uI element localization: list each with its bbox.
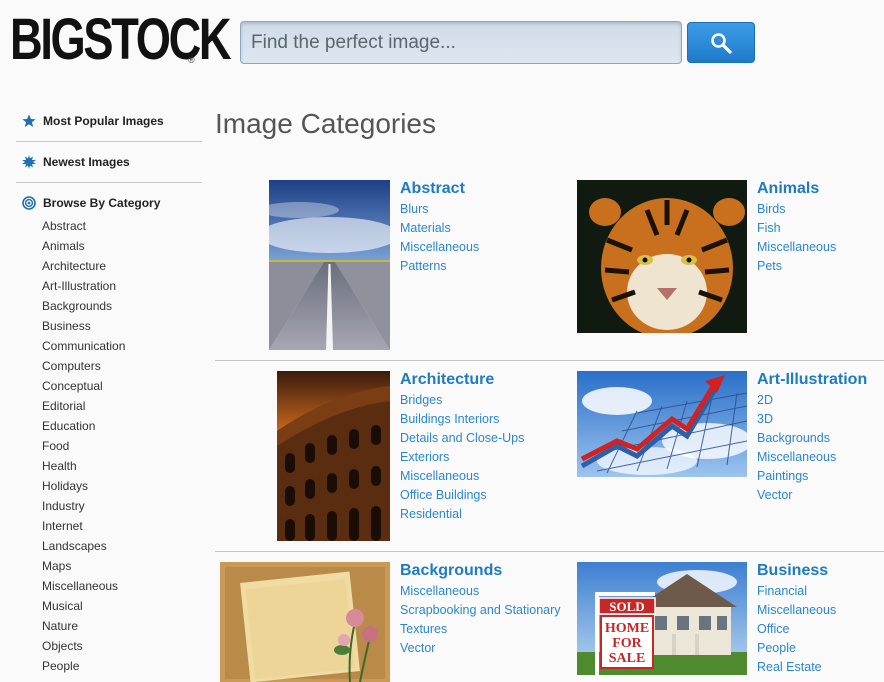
animals-links: Birds Fish Miscellaneous Pets: [757, 200, 836, 276]
sidebar-category-education[interactable]: Education: [42, 416, 202, 436]
business-thumbnail[interactable]: SOLD HOME FOR SALE: [577, 562, 747, 675]
category-link[interactable]: Materials: [400, 219, 479, 238]
sidebar-divider: [16, 141, 202, 142]
category-link[interactable]: Miscellaneous: [400, 238, 479, 257]
category-link[interactable]: Financial: [757, 582, 836, 601]
category-link[interactable]: Fish: [757, 219, 836, 238]
architecture-thumbnail[interactable]: [277, 371, 390, 541]
category-link[interactable]: Miscellaneous: [757, 238, 836, 257]
sidebar-category-food[interactable]: Food: [42, 436, 202, 456]
sale-sign-line3: SALE: [609, 651, 646, 666]
search-icon: [711, 33, 732, 54]
sidebar-category-conceptual[interactable]: Conceptual: [42, 376, 202, 396]
art-illustration-links: 2D 3D Backgrounds Miscellaneous Painting…: [757, 391, 836, 505]
category-list: Abstract Animals Architecture Art-Illust…: [16, 216, 202, 676]
category-title-backgrounds[interactable]: Backgrounds: [400, 562, 502, 580]
category-link[interactable]: Residential: [400, 505, 524, 524]
row-divider: [215, 360, 884, 361]
sale-sign-line2: FOR: [612, 636, 642, 651]
sidebar-category-architecture[interactable]: Architecture: [42, 256, 202, 276]
registered-mark: ®: [188, 55, 195, 65]
category-link[interactable]: Birds: [757, 200, 836, 219]
category-link[interactable]: Vector: [400, 639, 561, 658]
abstract-thumbnail[interactable]: [269, 180, 390, 350]
sidebar-category-abstract[interactable]: Abstract: [42, 216, 202, 236]
search-input[interactable]: [240, 21, 682, 64]
category-link[interactable]: Office Buildings: [400, 486, 524, 505]
sidebar-category-art-illustration[interactable]: Art-Illustration: [42, 276, 202, 296]
sidebar-category-business[interactable]: Business: [42, 316, 202, 336]
category-link[interactable]: Miscellaneous: [400, 582, 561, 601]
backgrounds-thumbnail[interactable]: [220, 562, 390, 682]
sold-sign-text: SOLD: [609, 599, 644, 614]
browse-by-category-link[interactable]: Browse By Category: [16, 190, 202, 216]
most-popular-label: Most Popular Images: [43, 114, 164, 128]
search-button[interactable]: [687, 22, 755, 63]
sidebar-category-editorial[interactable]: Editorial: [42, 396, 202, 416]
browse-by-category-label: Browse By Category: [43, 196, 161, 210]
category-link[interactable]: Miscellaneous: [400, 467, 524, 486]
star-icon: [22, 114, 36, 127]
category-link[interactable]: Textures: [400, 620, 561, 639]
target-icon: [22, 196, 36, 210]
page-title: Image Categories: [215, 108, 437, 139]
category-link[interactable]: Backgrounds: [757, 429, 836, 448]
sidebar-category-industry[interactable]: Industry: [42, 496, 202, 516]
category-link[interactable]: Blurs: [400, 200, 479, 219]
category-link[interactable]: Bridges: [400, 391, 524, 410]
category-link[interactable]: Miscellaneous: [757, 448, 836, 467]
most-popular-link[interactable]: Most Popular Images: [16, 108, 202, 134]
sidebar-category-holidays[interactable]: Holidays: [42, 476, 202, 496]
category-title-animals[interactable]: Animals: [757, 180, 819, 198]
category-link[interactable]: Office: [757, 620, 836, 639]
newest-images-label: Newest Images: [43, 155, 130, 169]
category-link[interactable]: Scrapbooking and Stationary: [400, 601, 561, 620]
business-links: Financial Miscellaneous Office People Re…: [757, 582, 836, 677]
sidebar-category-internet[interactable]: Internet: [42, 516, 202, 536]
category-link[interactable]: Pets: [757, 257, 836, 276]
sidebar-category-health[interactable]: Health: [42, 456, 202, 476]
category-link[interactable]: 2D: [757, 391, 836, 410]
art-illustration-thumbnail[interactable]: [577, 371, 747, 477]
newest-images-link[interactable]: Newest Images: [16, 149, 202, 175]
sidebar-category-maps[interactable]: Maps: [42, 556, 202, 576]
category-link[interactable]: Patterns: [400, 257, 479, 276]
sidebar-divider: [16, 182, 202, 183]
category-link[interactable]: People: [757, 639, 836, 658]
sidebar-category-communication[interactable]: Communication: [42, 336, 202, 356]
sidebar-category-people[interactable]: People: [42, 656, 202, 676]
category-link[interactable]: Vector: [757, 486, 836, 505]
category-link[interactable]: Paintings: [757, 467, 836, 486]
category-link[interactable]: Real Estate: [757, 658, 836, 677]
category-link[interactable]: Exteriors: [400, 448, 524, 467]
category-title-art-illustration[interactable]: Art-Illustration: [757, 371, 867, 389]
category-link[interactable]: 3D: [757, 410, 836, 429]
sidebar-category-miscellaneous[interactable]: Miscellaneous: [42, 576, 202, 596]
animals-thumbnail[interactable]: [577, 180, 747, 333]
burst-icon: [22, 155, 36, 169]
category-link[interactable]: Buildings Interiors: [400, 410, 524, 429]
abstract-links: Blurs Materials Miscellaneous Patterns: [400, 200, 479, 276]
category-link[interactable]: Miscellaneous: [757, 601, 836, 620]
sidebar-category-nature[interactable]: Nature: [42, 616, 202, 636]
sidebar-category-computers[interactable]: Computers: [42, 356, 202, 376]
bigstock-logo[interactable]: BIGSTOCK: [10, 10, 232, 70]
sidebar-category-objects[interactable]: Objects: [42, 636, 202, 656]
sidebar: Most Popular Images Newest Images Browse…: [16, 108, 202, 676]
architecture-links: Bridges Buildings Interiors Details and …: [400, 391, 524, 524]
category-title-abstract[interactable]: Abstract: [400, 180, 465, 198]
sidebar-category-landscapes[interactable]: Landscapes: [42, 536, 202, 556]
sidebar-category-backgrounds[interactable]: Backgrounds: [42, 296, 202, 316]
backgrounds-links: Miscellaneous Scrapbooking and Stationar…: [400, 582, 561, 658]
sidebar-category-musical[interactable]: Musical: [42, 596, 202, 616]
sidebar-category-animals[interactable]: Animals: [42, 236, 202, 256]
sale-sign-line1: HOME: [605, 621, 649, 636]
category-title-business[interactable]: Business: [757, 562, 828, 580]
category-title-architecture[interactable]: Architecture: [400, 371, 494, 389]
category-link[interactable]: Details and Close-Ups: [400, 429, 524, 448]
row-divider: [215, 551, 884, 552]
